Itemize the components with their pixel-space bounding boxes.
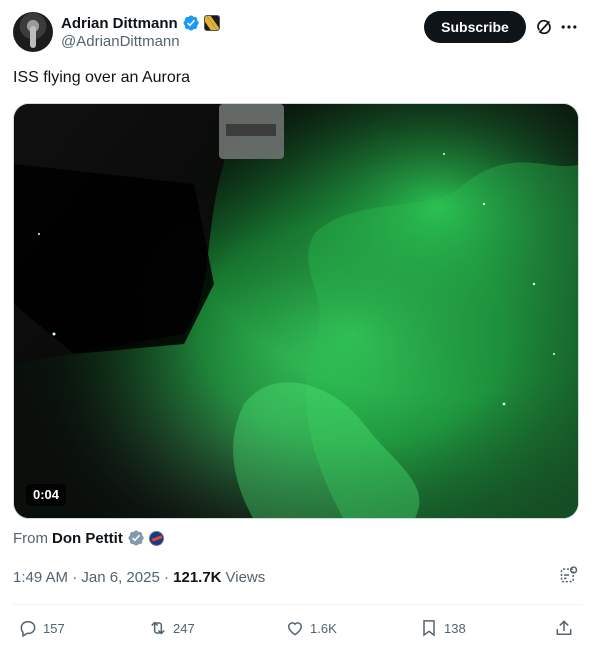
from-name[interactable]: Don Pettit (52, 530, 123, 547)
subscribe-button[interactable]: Subscribe (424, 11, 526, 43)
meta-separator: · (68, 568, 82, 586)
reply-icon (20, 621, 36, 638)
like-count: 1.6K (310, 620, 337, 636)
grok-icon[interactable] (534, 17, 554, 37)
reply-count: 157 (43, 620, 65, 636)
nasa-badge-icon[interactable] (148, 530, 164, 546)
tweet-time[interactable]: 1:49 AM (13, 569, 68, 586)
like-button[interactable]: 1.6K (285, 615, 337, 641)
aurora-video-frame (14, 104, 578, 518)
views-count: 121.7K (173, 568, 222, 586)
video-timestamp: 0:04 (26, 484, 67, 506)
author-display-name[interactable]: Adrian Dittmann (61, 15, 178, 32)
heart-icon (287, 622, 303, 636)
bookmark-count: 138 (444, 620, 466, 636)
share-button[interactable] (554, 615, 574, 641)
video-attribution: From Don Pettit (13, 528, 164, 548)
video-player[interactable]: 0:04 (13, 103, 579, 519)
bookmark-button[interactable]: 138 (419, 615, 466, 641)
author-name-line: Adrian Dittmann (61, 13, 220, 33)
avatar[interactable] (13, 12, 53, 52)
action-bar: 157 247 1.6K 138 (13, 615, 583, 641)
verified-badge-icon[interactable] (182, 14, 200, 32)
analytics-icon[interactable] (559, 565, 579, 585)
from-label: From (13, 529, 48, 547)
meta-separator-2: · (159, 568, 174, 586)
author-handle[interactable]: @AdrianDittmann (61, 33, 180, 50)
repost-button[interactable]: 247 (148, 615, 195, 641)
gray-verified-badge-icon[interactable] (127, 529, 145, 547)
repost-icon (151, 621, 165, 635)
repost-count: 247 (173, 620, 195, 636)
more-icon[interactable] (559, 17, 579, 37)
tweet-header: Adrian Dittmann @AdrianDittmann Subscrib… (13, 11, 583, 55)
bookmark-icon (423, 620, 435, 637)
tweet-meta: 1:49 AM · Jan 6, 2025 · 121.7K Views (13, 567, 265, 587)
views-label: Views (225, 568, 266, 586)
tweet-text: ISS flying over an Aurora (13, 69, 190, 86)
reply-button[interactable]: 157 (18, 615, 65, 641)
share-icon (556, 620, 572, 635)
tweet-date[interactable]: Jan 6, 2025 (81, 569, 159, 586)
affiliate-badge-icon[interactable] (203, 15, 220, 31)
divider (13, 604, 583, 605)
